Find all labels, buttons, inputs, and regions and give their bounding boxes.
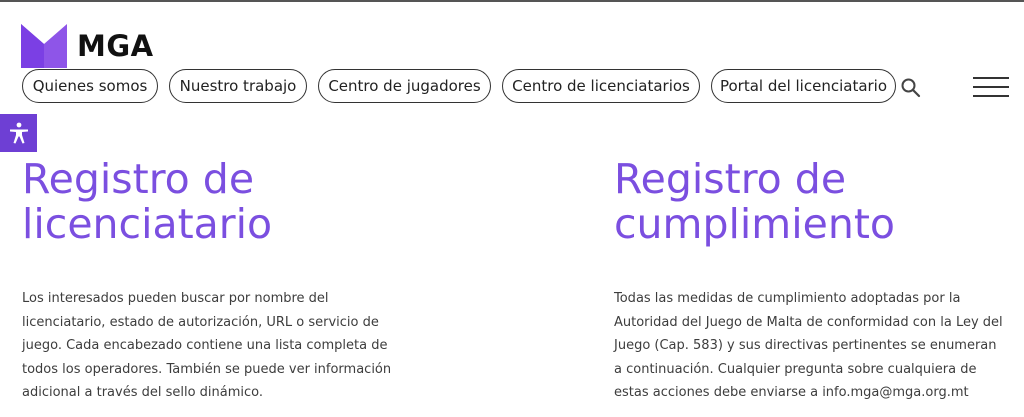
nav-item-label: Nuestro trabajo [179,77,297,95]
section-title-registro-licenciatario: Registro de licenciatario [22,157,272,247]
brand-name: MGA [77,29,154,63]
section-body-registro-cumplimiento: Todas las medidas de cumplimiento adopta… [614,291,1003,400]
title-line: Registro de [614,155,847,203]
nav-item-label: Centro de licenciatarios [512,77,690,95]
section-body-registro-licenciatario: Los interesados pueden buscar por nombre… [22,291,392,400]
nav-item-quienes-somos[interactable]: Quienes somos [22,69,158,103]
nav-item-centro-de-jugadores[interactable]: Centro de jugadores [318,69,491,103]
top-border [0,0,1024,2]
nav-item-portal-del-licenciatario[interactable]: Portal del licenciatario [711,69,896,103]
section-title-registro-cumplimiento: Registro de cumplimiento [614,157,895,247]
hamburger-menu-icon[interactable] [973,77,1009,99]
title-line: Registro de [22,155,255,203]
title-line: cumplimiento [614,200,895,248]
nav-item-label: Portal del licenciatario [719,77,888,95]
nav-item-label: Centro de jugadores [328,77,481,95]
title-line: licenciatario [22,200,273,248]
mga-logo-mark-icon [21,24,67,68]
mga-logo[interactable]: MGA [21,24,154,68]
search-icon[interactable] [900,77,922,99]
nav-item-centro-de-licenciatarios[interactable]: Centro de licenciatarios [502,69,700,103]
nav-item-nuestro-trabajo[interactable]: Nuestro trabajo [169,69,307,103]
accessibility-icon[interactable] [0,114,37,152]
nav-item-label: Quienes somos [32,77,148,95]
